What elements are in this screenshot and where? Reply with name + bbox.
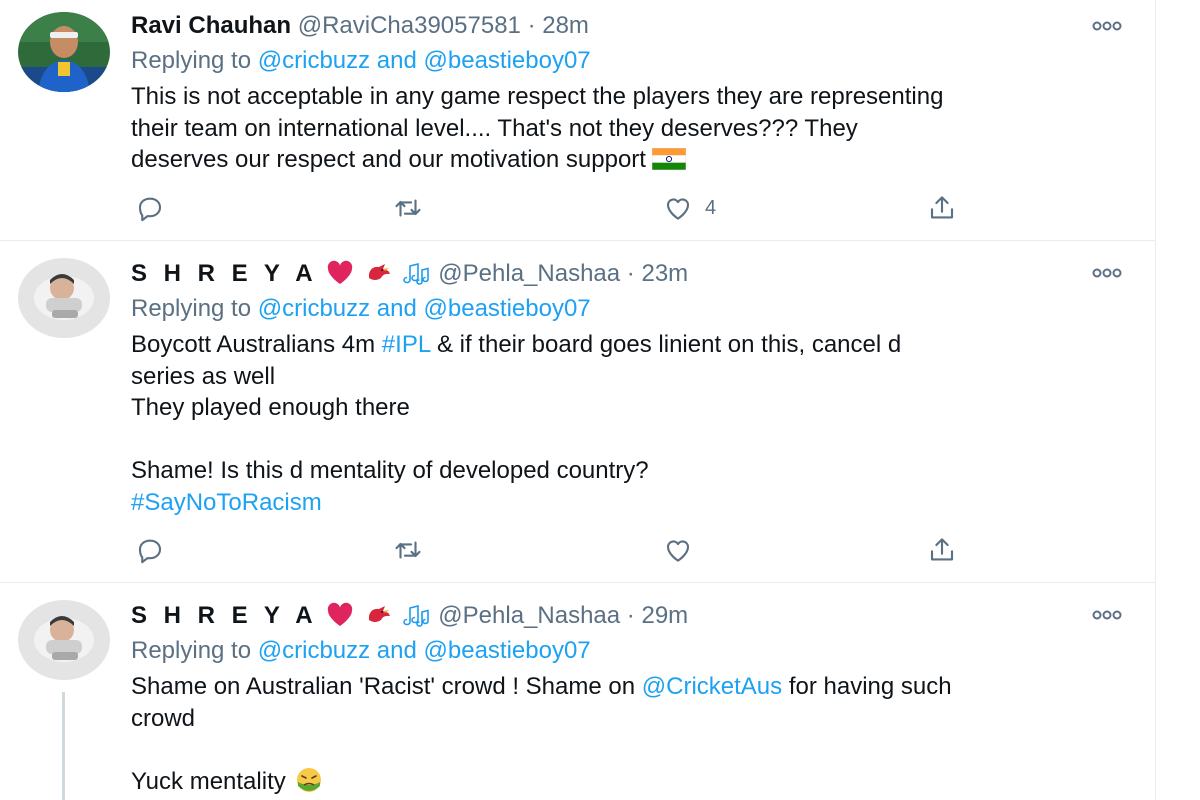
tweet-shreya-2[interactable]: S H R E Y A @Pehla_Nashaa · 29m Replying… [0, 582, 1155, 800]
tweet-shreya-1[interactable]: S H R E Y A @Pehla_Nashaa · 23m Replying… [0, 240, 1155, 583]
share-icon [930, 538, 954, 561]
display-name[interactable]: S H R E Y A [131, 260, 318, 287]
retweet-icon [395, 199, 421, 217]
like-button[interactable] [663, 534, 693, 566]
share-icon [930, 196, 954, 219]
retweet-icon [395, 541, 421, 559]
music-notes-icon [402, 604, 429, 627]
tweet-actions [131, 534, 971, 566]
separator-dot: · [527, 12, 536, 39]
nauseated-face-icon [296, 767, 321, 792]
display-name[interactable]: S H R E Y A [131, 602, 318, 629]
bird-icon [368, 264, 390, 280]
replying-users-link[interactable]: @cricbuzz and @beastieboy07 [258, 295, 591, 322]
tweet-text-segment: for having such [788, 673, 952, 700]
user-handle[interactable]: @Pehla_Nashaa [438, 260, 620, 287]
replying-prefix: Replying to [131, 637, 252, 664]
reply-button[interactable] [135, 192, 165, 224]
avatar[interactable] [18, 12, 110, 92]
timestamp[interactable]: 29m [641, 602, 688, 629]
user-handle[interactable]: @Pehla_Nashaa [438, 602, 620, 629]
music-notes-icon [402, 262, 429, 285]
avatar[interactable] [18, 600, 110, 680]
red-heart-icon [328, 260, 353, 284]
tweet-text-line: Yuck mentality [131, 766, 1131, 798]
heart-icon [666, 198, 690, 220]
thread-connector-line [62, 692, 65, 800]
tweet-ravi[interactable]: Ravi Chauhan @RaviCha39057581 · 28m Repl… [0, 0, 1155, 241]
tweet-text-line: deserves our respect and our motivation … [131, 144, 1131, 176]
tweet-actions: 4 [131, 192, 971, 224]
more-options-icon[interactable] [1091, 267, 1123, 279]
hashtag-link[interactable]: #IPL [382, 331, 430, 358]
tweet-feed: Ravi Chauhan @RaviCha39057581 · 28m Repl… [0, 0, 1156, 800]
display-name[interactable]: Ravi Chauhan [131, 12, 291, 39]
tweet-text: Boycott Australians 4m #IPL & if their b… [131, 329, 1131, 518]
reply-icon [138, 539, 162, 564]
timestamp[interactable]: 23m [641, 260, 688, 287]
replying-users-link[interactable]: @cricbuzz and @beastieboy07 [258, 637, 591, 664]
replying-to: Replying to @cricbuzz and @beastieboy07 [131, 637, 591, 665]
mention-link[interactable]: @CricketAus [642, 673, 782, 700]
red-heart-icon [328, 602, 353, 626]
more-options-icon[interactable] [1091, 20, 1123, 32]
retweet-button[interactable] [393, 534, 423, 566]
tweet-header: S H R E Y A @Pehla_Nashaa · 29m [131, 602, 688, 630]
user-handle[interactable]: @RaviCha39057581 [298, 12, 521, 39]
replying-users-link[interactable]: @cricbuzz and @beastieboy07 [258, 47, 591, 74]
india-flag-icon [651, 148, 686, 170]
tweet-text-segment: Yuck mentality [131, 767, 286, 795]
avatar[interactable] [18, 258, 110, 338]
tweet-text-segment: Boycott Australians 4m [131, 331, 376, 358]
tweet-text-segment: Shame on Australian 'Racist' crowd ! Sha… [131, 673, 636, 700]
separator-dot: · [626, 260, 635, 287]
tweet-text: Shame on Australian 'Racist' crowd ! Sha… [131, 671, 1131, 797]
tweet-text-segment: & if their board goes linient on this, c… [436, 331, 902, 358]
tweet-text-line: Shame on Australian 'Racist' crowd ! Sha… [131, 671, 1131, 703]
tweet-text-line: #SayNoToRacism [131, 487, 1131, 519]
tweet-text-line: Boycott Australians 4m #IPL & if their b… [131, 329, 1131, 361]
reply-icon [138, 197, 162, 222]
replying-prefix: Replying to [131, 47, 252, 74]
tweet-text-line: their team on international level.... Th… [131, 114, 858, 142]
share-button[interactable] [927, 534, 957, 566]
like-count: 4 [705, 196, 717, 219]
reply-button[interactable] [135, 534, 165, 566]
bird-icon [368, 606, 390, 622]
avatar-image [18, 12, 110, 92]
avatar-image [18, 258, 110, 338]
more-options-icon[interactable] [1091, 609, 1123, 621]
tweet-text-line: series as well [131, 362, 276, 390]
like-button[interactable]: 4 [663, 192, 716, 224]
tweet-text-segment: deserves our respect and our motivation … [131, 146, 646, 173]
replying-to: Replying to @cricbuzz and @beastieboy07 [131, 47, 591, 75]
tweet-text-line: crowd [131, 704, 196, 732]
hashtag-link[interactable]: #SayNoToRacism [131, 489, 322, 516]
tweet-text-line: This is not acceptable in any game respe… [131, 83, 944, 110]
tweet-header: Ravi Chauhan @RaviCha39057581 · 28m [131, 12, 589, 40]
share-button[interactable] [927, 192, 957, 224]
tweet-text-line: Shame! Is this d mentality of developed … [131, 457, 649, 484]
separator-dot: · [626, 602, 635, 629]
tweet-text: This is not acceptable in any game respe… [131, 81, 1131, 176]
replying-to: Replying to @cricbuzz and @beastieboy07 [131, 295, 591, 323]
avatar-image [18, 600, 110, 680]
heart-icon [666, 540, 690, 562]
tweet-text-line: They played enough there [131, 394, 410, 421]
timestamp[interactable]: 28m [542, 12, 589, 39]
replying-prefix: Replying to [131, 295, 252, 322]
retweet-button[interactable] [393, 192, 423, 224]
tweet-header: S H R E Y A @Pehla_Nashaa · 23m [131, 260, 688, 288]
